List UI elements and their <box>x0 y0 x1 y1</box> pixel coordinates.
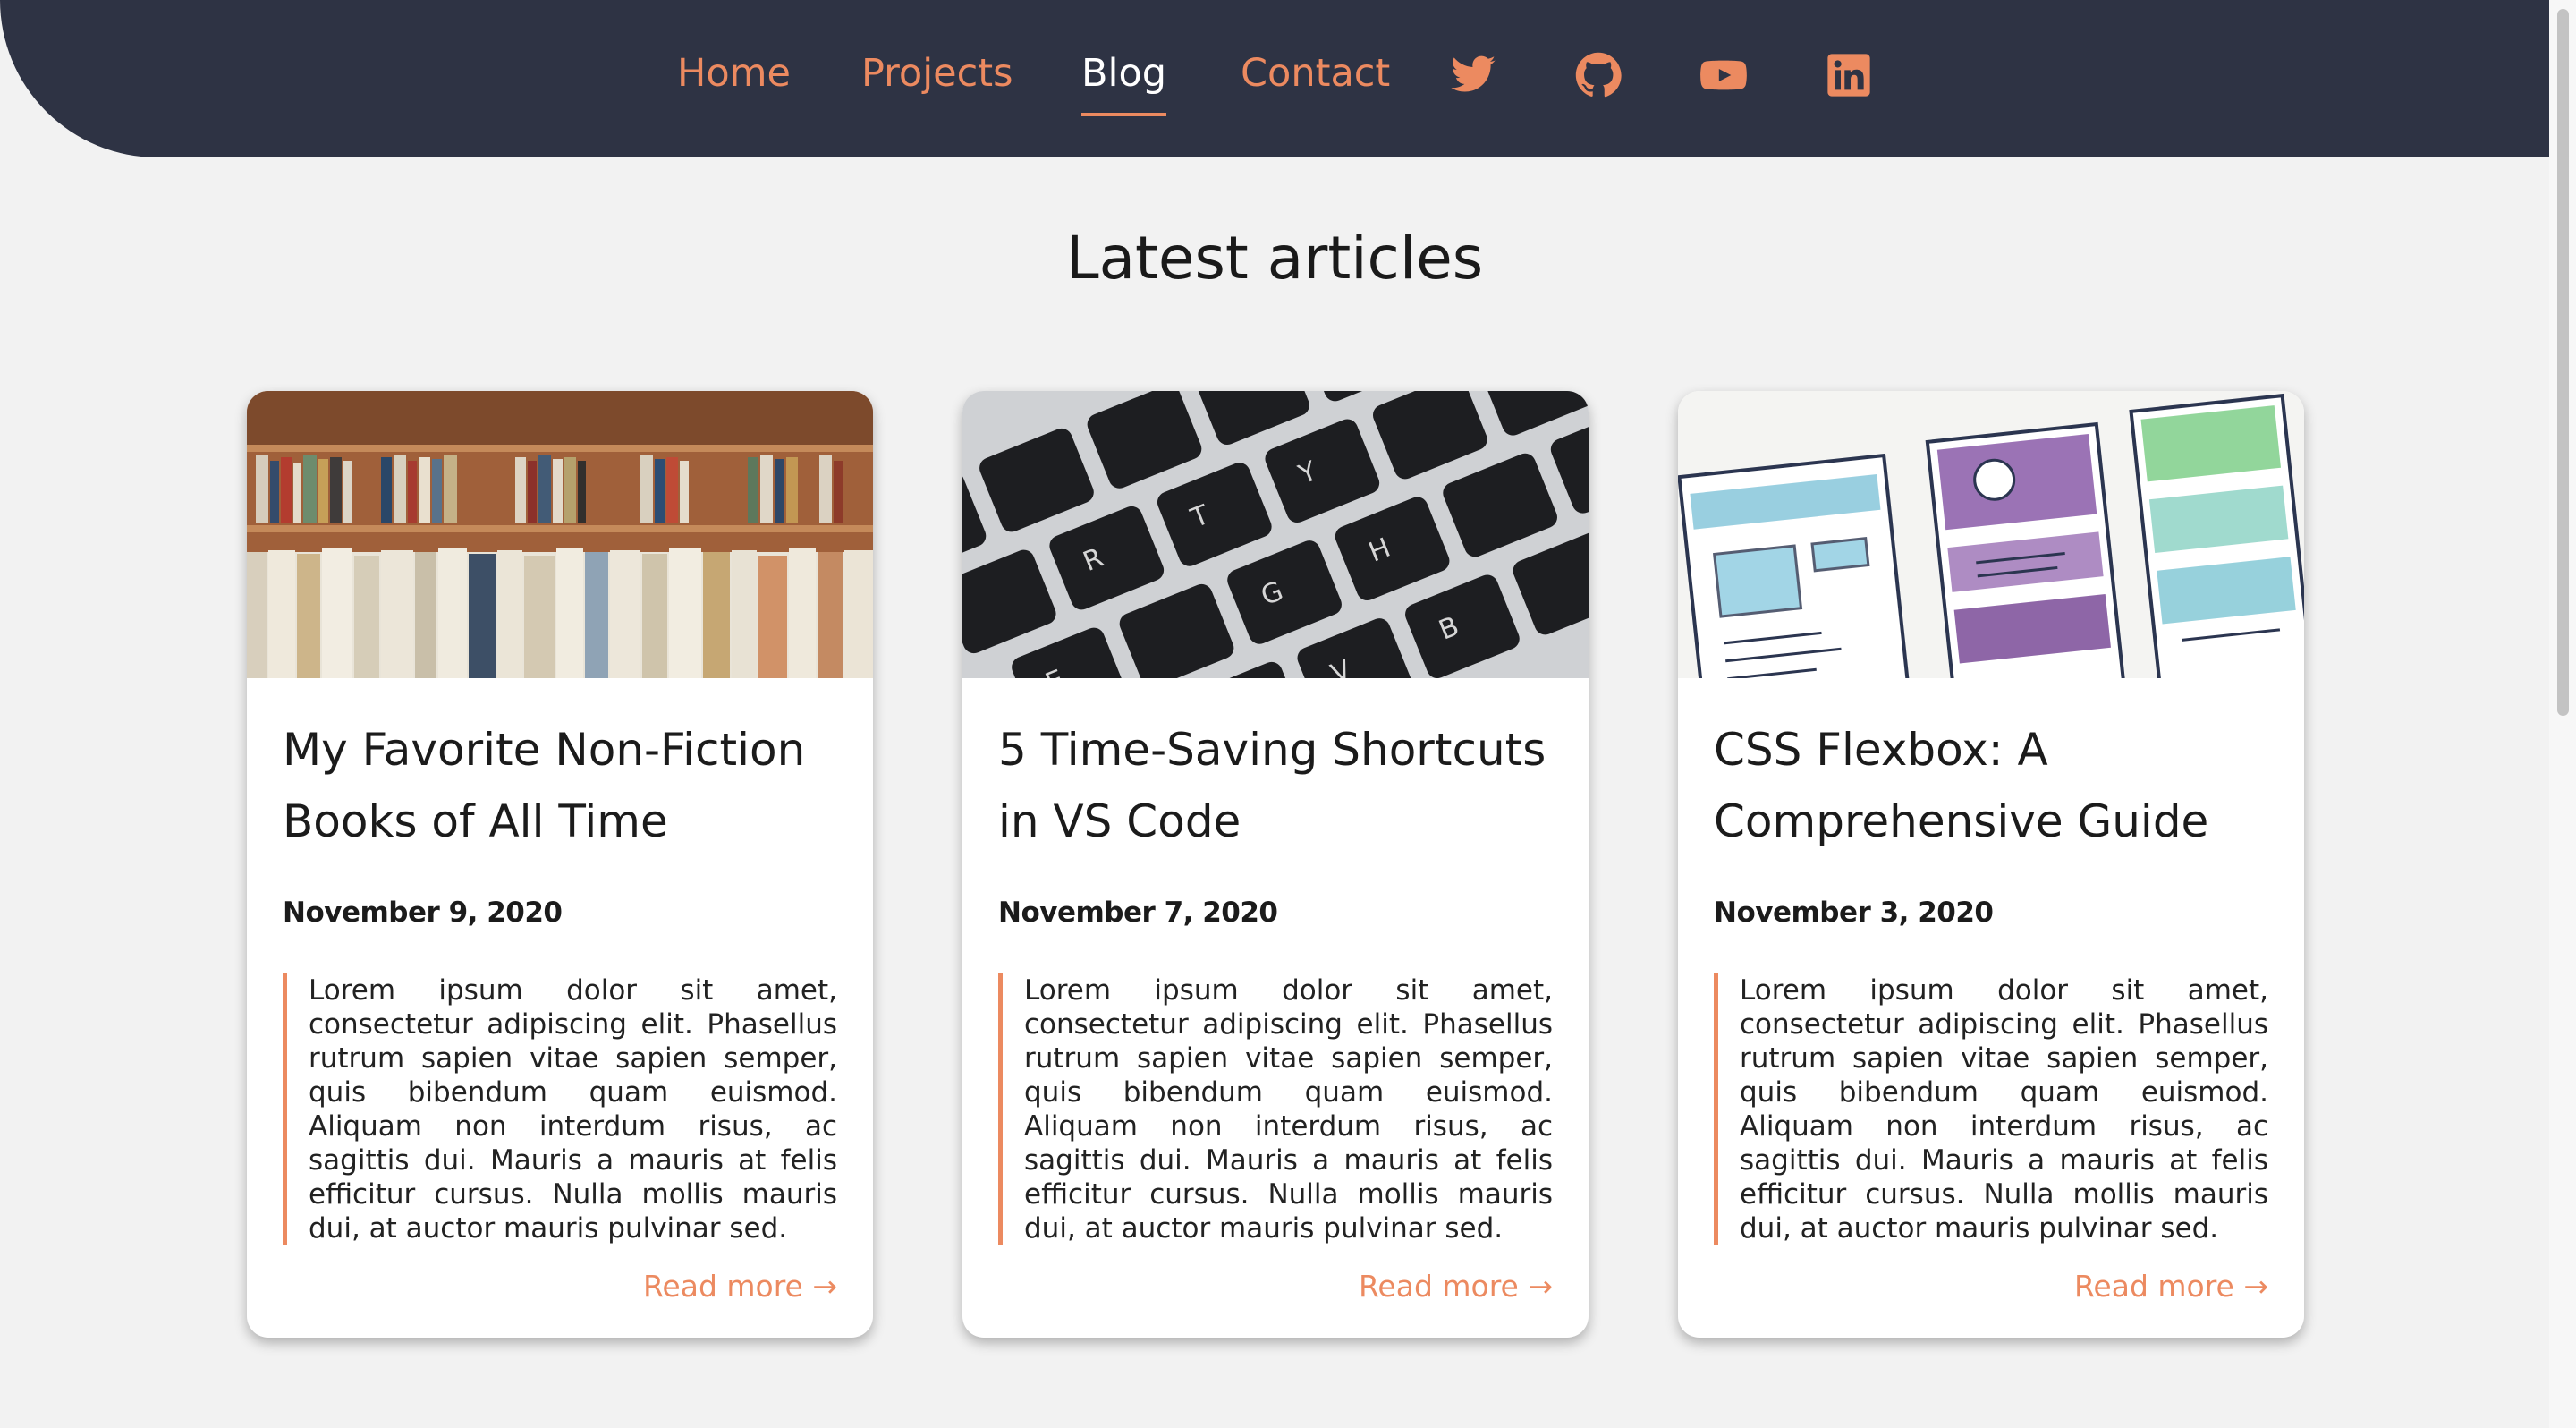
read-more-link[interactable]: Read more → <box>1359 1269 1553 1304</box>
article-card: CSS Flexbox: A Comprehensive Guide Novem… <box>1678 391 2304 1338</box>
nav-link-home[interactable]: Home <box>677 47 791 100</box>
article-excerpt: Lorem ipsum dolor sit amet, consectetur … <box>998 973 1553 1245</box>
article-date: November 7, 2020 <box>998 897 1278 929</box>
read-more-link[interactable]: Read more → <box>643 1269 837 1304</box>
scrollbar[interactable] <box>2549 0 2576 1428</box>
card-body: My Favorite Non-Fiction Books of All Tim… <box>247 678 873 1338</box>
article-title[interactable]: 5 Time-Saving Shortcuts in VS Code <box>998 678 1553 857</box>
article-date: November 3, 2020 <box>1714 897 1994 929</box>
article-title[interactable]: CSS Flexbox: A Comprehensive Guide <box>1714 678 2268 857</box>
nav-link-projects[interactable]: Projects <box>861 47 1013 100</box>
bookshelf-photo[interactable] <box>247 391 873 678</box>
card-body: CSS Flexbox: A Comprehensive Guide Novem… <box>1678 678 2304 1338</box>
page-title: Latest articles <box>1065 224 1484 293</box>
wireframe-sketch-photo[interactable] <box>1678 391 2304 678</box>
nav-link-blog[interactable]: Blog <box>1081 47 1167 116</box>
article-card: RTY EGH FDVB 5 Time-Saving Shortcuts in … <box>962 391 1589 1338</box>
article-excerpt: Lorem ipsum dolor sit amet, consectetur … <box>1714 973 2268 1245</box>
keyboard-photo[interactable]: RTY EGH FDVB <box>962 391 1589 678</box>
twitter-icon[interactable] <box>1449 51 1497 99</box>
article-card: My Favorite Non-Fiction Books of All Tim… <box>247 391 873 1338</box>
youtube-icon[interactable] <box>1699 51 1748 99</box>
article-title[interactable]: My Favorite Non-Fiction Books of All Tim… <box>283 678 837 857</box>
nav-link-contact[interactable]: Contact <box>1241 47 1390 100</box>
main-nav: Home Projects Blog Contact <box>0 0 2549 157</box>
card-body: 5 Time-Saving Shortcuts in VS Code Novem… <box>962 678 1589 1338</box>
read-more-link[interactable]: Read more → <box>2074 1269 2268 1304</box>
article-date: November 9, 2020 <box>283 897 563 929</box>
linkedin-icon[interactable] <box>1825 51 1873 99</box>
article-excerpt: Lorem ipsum dolor sit amet, consectetur … <box>283 973 837 1245</box>
github-icon[interactable] <box>1574 51 1623 99</box>
scrollbar-thumb[interactable] <box>2557 9 2569 716</box>
